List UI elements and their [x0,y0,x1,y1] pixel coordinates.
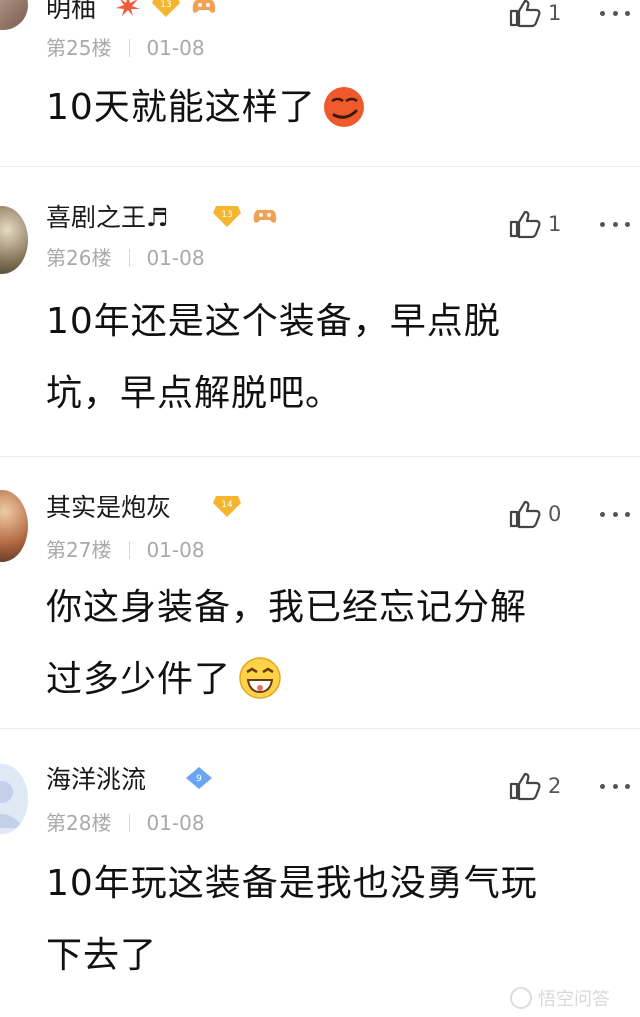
svg-text:13: 13 [221,210,232,220]
like-button[interactable]: 1 [508,209,561,239]
more-options-button[interactable] [600,219,630,229]
username[interactable]: 明柚 [46,0,96,24]
watermark-logo-icon [510,987,532,1009]
meta-divider [129,814,131,832]
comment-text-line: 10天就能这样了 [46,87,316,128]
svg-text:14: 14 [221,500,233,510]
comment-text-line: 坑，早点解脱吧。 [46,373,343,414]
thumbs-up-icon [509,210,541,239]
comment-meta: 第28楼 01-08 [46,811,205,835]
like-count: 1 [548,212,562,236]
comment-text-line: 下去了 [46,935,158,976]
comment-26: 喜剧之王♬ 13 第26楼 01-08 1 10年还是这个装备，早点脱 坑，早点解… [0,166,640,456]
like-count: 0 [548,502,562,526]
floor-number: 第28楼 [46,811,112,835]
floor-number: 第26楼 [46,246,112,270]
avatar[interactable] [0,764,28,834]
comment-text-line: 10年还是这个装备，早点脱 [46,301,501,342]
comment-date: 01-08 [146,811,205,835]
comment-meta: 第27楼 01-08 [46,538,205,562]
comment-text: 10天就能这样了 [46,72,631,144]
gamepad-icon [192,0,216,13]
comment-text: 10年还是这个装备，早点脱 坑，早点解脱吧。 [46,286,631,430]
laughing-emoji-icon [239,657,281,699]
avatar[interactable] [0,0,28,30]
comment-28: 海洋洮流 9 第28楼 01-08 2 10年玩这装备是我也没勇气玩 下去了 [0,728,640,1017]
username[interactable]: 海洋洮流 [46,765,146,795]
gamepad-icon [253,210,277,223]
badge-group: 13 [116,0,216,20]
username[interactable]: 其实是炮灰 [46,493,171,523]
level-badge-icon: 14 [213,496,241,517]
comment-text-line: 你这身装备，我已经忘记分解 [46,587,528,628]
level-badge-icon: 13 [213,206,241,227]
like-count: 1 [548,1,562,25]
floor-number: 第25楼 [46,36,112,60]
badge-group: 9 [184,766,214,792]
comment-text: 10年玩这装备是我也没勇气玩 下去了 [46,848,631,992]
avatar[interactable] [0,490,28,562]
meta-divider [129,249,131,267]
meta-divider [129,39,131,57]
like-button[interactable]: 1 [508,0,561,28]
smirk-emoji-icon [323,87,364,127]
watermark: 悟空问答 [510,985,610,1011]
avatar[interactable] [0,206,28,274]
meta-divider [129,541,131,559]
comment-text: 你这身装备，我已经忘记分解 过多少件了 [46,572,631,716]
level-badge-icon: 9 [186,767,212,789]
burst-icon [116,0,140,16]
comment-meta: 第25楼 01-08 [46,36,205,60]
more-options-button[interactable] [600,8,630,18]
comment-text-line: 10年玩这装备是我也没勇气玩 [46,863,538,904]
svg-text:13: 13 [160,0,171,10]
username[interactable]: 喜剧之王♬ [46,203,168,233]
more-options-button[interactable] [600,509,630,519]
comment-date: 01-08 [146,36,205,60]
comment-text-fragment: 过多少件了 [46,659,232,700]
floor-number: 第27楼 [46,538,112,562]
more-options-button[interactable] [600,781,630,791]
comment-date: 01-08 [146,246,205,270]
like-button[interactable]: 2 [508,771,561,801]
badge-group: 13 [212,204,277,230]
svg-text:9: 9 [196,774,202,784]
level-badge-icon: 13 [152,0,181,17]
comment-27: 其实是炮灰 14 第27楼 01-08 0 你这身装备，我已经忘记分解 过多少件了 [0,456,640,728]
like-button[interactable]: 0 [508,499,561,529]
like-count: 2 [548,774,562,798]
thumbs-up-icon [509,0,541,28]
thumbs-up-icon [509,500,541,529]
watermark-text: 悟空问答 [538,989,610,1010]
badge-group: 14 [212,494,242,520]
default-avatar-icon [0,781,24,828]
comment-date: 01-08 [146,538,205,562]
thumbs-up-icon [509,772,541,801]
comment-meta: 第26楼 01-08 [46,246,205,270]
comment-25: 明柚 13 第25楼 01-08 1 10天就能这样了 [0,0,640,166]
comment-text-line: 过多少件了 [46,644,631,716]
